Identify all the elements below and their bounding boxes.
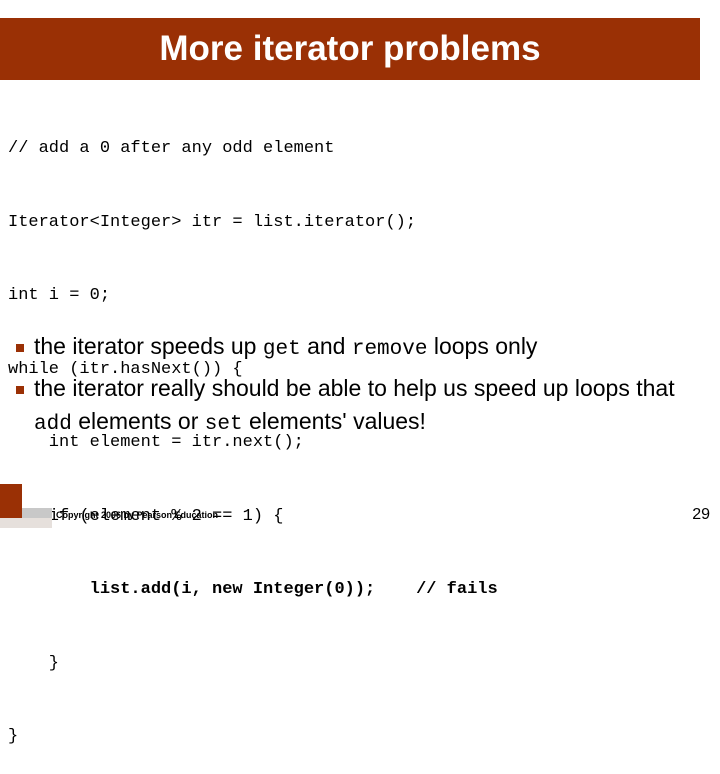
code-line: // add a 0 after any odd element [8, 139, 335, 158]
footer: Copyright 2006 by Pearson Education 29 [0, 484, 720, 540]
code-line: } [8, 727, 19, 746]
bullet-text-code: remove [351, 338, 428, 361]
list-item: the iterator really should be able to he… [6, 372, 706, 441]
slide-number: 29 [692, 506, 710, 523]
bullet-text-part: the iterator speeds up [34, 333, 263, 359]
code-line: } [8, 653, 60, 673]
bullet-list: the iterator speeds up get and remove lo… [6, 330, 706, 447]
bullet-text: the iterator speeds up get and remove lo… [34, 330, 537, 366]
list-item: the iterator speeds up get and remove lo… [6, 330, 706, 366]
bullet-text-code: get [262, 338, 301, 361]
footer-accent-block [0, 484, 22, 518]
bullet-text-part: and [300, 333, 352, 359]
copyright-text: Copyright 2006 by Pearson Education [56, 510, 219, 520]
bullet-text-part: elements or [71, 408, 205, 434]
code-line-highlighted: list.add(i, new Integer(0)); // fails [8, 580, 498, 599]
code-line: int i = 0; [8, 286, 111, 305]
footer-accent-block [0, 518, 52, 528]
bullet-text-part: loops only [427, 333, 538, 359]
footer-accent-block [22, 508, 52, 518]
bullet-text-code: add [34, 413, 72, 436]
bullet-text-code: set [204, 413, 243, 436]
bullet-text: the iterator really should be able to he… [34, 372, 706, 441]
bullet-text-part: the iterator really should be able to he… [34, 375, 675, 401]
code-line: Iterator<Integer> itr = list.iterator(); [8, 212, 417, 232]
bullet-text-part: elements' values! [242, 408, 426, 434]
square-bullet-icon [6, 372, 34, 406]
page-title: More iterator problems [159, 29, 541, 68]
square-bullet-icon [6, 330, 34, 364]
